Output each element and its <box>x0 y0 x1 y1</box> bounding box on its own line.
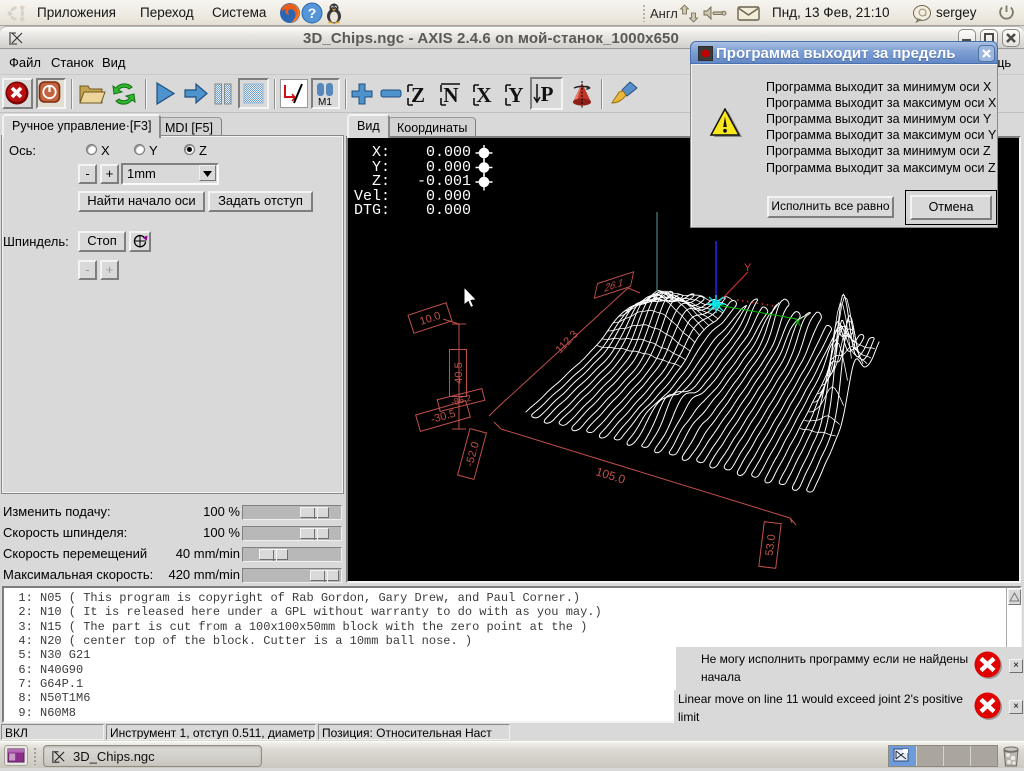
svg-text:105.0: 105.0 <box>594 464 627 486</box>
svg-text:112.3: 112.3 <box>554 329 581 357</box>
svg-text:P: P <box>541 82 554 106</box>
svg-text:53.0: 53.0 <box>764 534 779 557</box>
svg-text:-86.2: -86.2 <box>450 393 472 408</box>
svg-text:X: X <box>476 83 491 107</box>
svg-text:Y: Y <box>508 83 523 107</box>
svg-text:Z: Z <box>411 83 425 107</box>
svg-text:?: ? <box>308 5 317 21</box>
svg-text:Y: Y <box>744 262 752 274</box>
svg-text:N: N <box>443 83 458 107</box>
svg-text:-52.0: -52.0 <box>464 441 482 468</box>
svg-text:X: X <box>794 317 802 329</box>
svg-text:40.5: 40.5 <box>453 362 465 383</box>
svg-text:M1: M1 <box>318 97 332 107</box>
